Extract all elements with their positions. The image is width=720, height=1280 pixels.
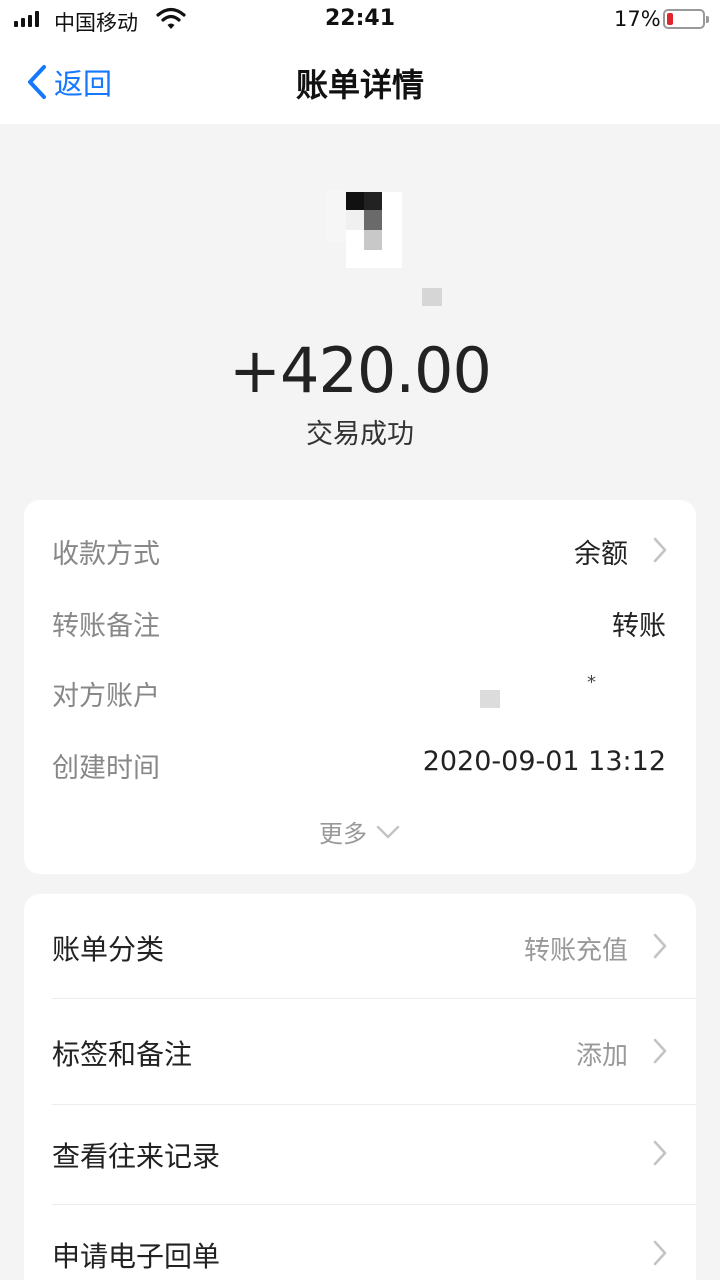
list-label: 账单分类: [52, 933, 165, 966]
status-bar: 中国移动 22:41 17%: [0, 0, 720, 40]
transaction-amount: +420.00: [229, 334, 492, 407]
detail-value: *: [587, 672, 596, 693]
battery-fill: [667, 13, 673, 25]
chevron-right-icon: [653, 537, 667, 563]
list-row-bill-category[interactable]: 账单分类 转账充值: [24, 894, 696, 998]
detail-label: 创建时间: [52, 753, 160, 784]
list-label: 查看往来记录: [52, 1140, 221, 1173]
list-row-history[interactable]: 查看往来记录: [24, 1105, 696, 1203]
counterparty-avatar: [324, 176, 404, 268]
more-toggle[interactable]: 更多: [24, 814, 696, 849]
chevron-down-icon: [376, 825, 400, 838]
page-title: 账单详情: [295, 66, 424, 104]
detail-label: 对方账户: [52, 681, 160, 712]
list-value: 添加: [575, 1041, 628, 1071]
transaction-status: 交易成功: [306, 419, 414, 450]
blurred-name: [422, 288, 442, 306]
more-label: 更多: [319, 820, 367, 848]
chevron-right-icon: [653, 933, 667, 959]
detail-row-created-time: 创建时间 2020-09-01 13:12: [24, 746, 696, 786]
detail-row-payment-method[interactable]: 收款方式 余额: [24, 532, 696, 572]
chevron-right-icon: [653, 1240, 667, 1266]
list-label: 申请电子回单: [52, 1240, 221, 1273]
list-row-tags-notes[interactable]: 标签和备注 添加: [24, 999, 696, 1103]
chevron-right-icon: [653, 1140, 667, 1166]
clock: 22:41: [324, 6, 396, 31]
detail-card: 收款方式 余额 转账备注 转账 对方账户 * 创建时间 2020-09-01 1…: [24, 500, 696, 874]
nav-bar: 返回 账单详情: [0, 40, 720, 124]
detail-row-counterparty: 对方账户 *: [24, 672, 696, 714]
list-value: 转账充值: [523, 936, 628, 966]
detail-label: 收款方式: [52, 539, 160, 570]
detail-value: 2020-09-01 13:12: [422, 746, 666, 777]
list-row-e-receipt[interactable]: 申请电子回单: [24, 1205, 696, 1280]
detail-value: 余额: [574, 539, 628, 570]
battery-icon: [663, 9, 709, 29]
detail-value: 转账: [612, 611, 666, 642]
detail-label: 转账备注: [52, 611, 160, 642]
blurred-account: [480, 690, 500, 708]
chevron-right-icon: [653, 1038, 667, 1064]
list-label: 标签和备注: [52, 1038, 193, 1071]
actions-card: 账单分类 转账充值 标签和备注 添加 查看往来记录 申请电子回单: [24, 894, 696, 1280]
battery-percent: 17%: [614, 7, 661, 31]
detail-row-remark: 转账备注 转账: [24, 604, 696, 644]
